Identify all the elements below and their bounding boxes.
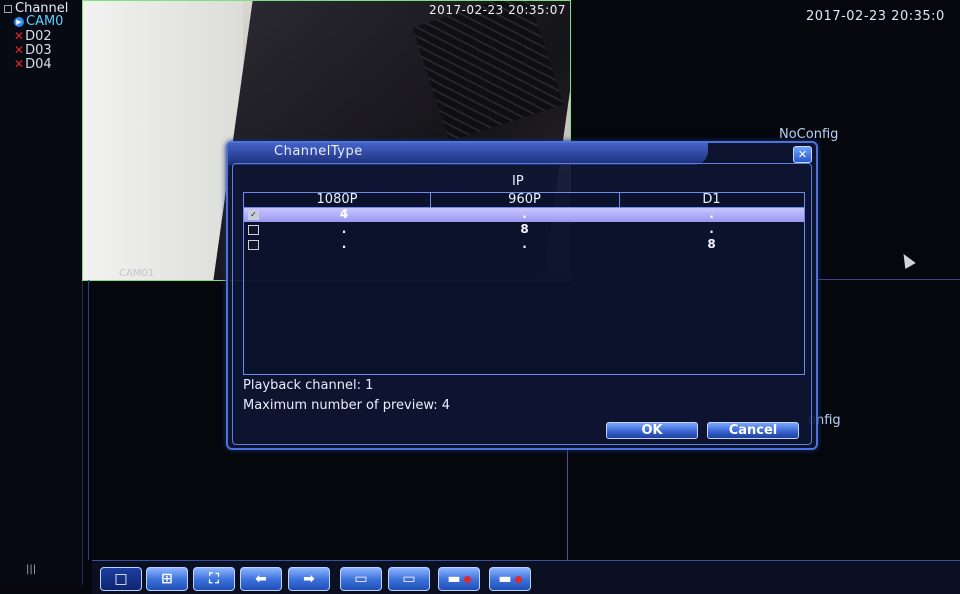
channel-item-d03[interactable]: ✕D03 <box>14 43 52 58</box>
ip-group-label: IP <box>512 174 524 189</box>
column-header-d1: D1 <box>702 192 721 207</box>
disconnected-icon: ✕ <box>14 57 25 71</box>
fullscreen-button[interactable]: ⛶ <box>193 567 235 591</box>
record-icon: ▬ <box>447 571 461 587</box>
camera-label: CAM01 <box>119 268 155 279</box>
channel-type-dialog: ChannelType ✕ IP 1080P 960P D1 ✓ 4 . . .… <box>226 141 818 450</box>
table-row[interactable]: ✓ 4 . . <box>244 207 804 222</box>
disconnected-icon: ✕ <box>14 43 25 57</box>
dialog-title: ChannelType <box>274 144 363 159</box>
table-row[interactable]: . . 8 <box>244 237 804 252</box>
monitor-button[interactable]: ▭ <box>388 567 430 591</box>
disconnected-icon: ✕ <box>14 29 25 43</box>
record-dot-icon <box>463 575 471 583</box>
dialog-titlebar[interactable]: ChannelType <box>228 143 708 165</box>
table-row[interactable]: . 8 . <box>244 222 804 237</box>
record-dot-icon <box>514 575 522 583</box>
panel-bottom-indicator: ||| <box>26 564 37 575</box>
close-button[interactable]: ✕ <box>793 146 812 163</box>
record-button[interactable]: ▬ <box>438 567 480 591</box>
previous-button[interactable]: ⬅ <box>240 567 282 591</box>
stop-record-button[interactable]: ▬ <box>489 567 531 591</box>
column-header-1080p: 1080P <box>316 192 358 207</box>
table-cell: . <box>522 207 527 221</box>
arrow-right-icon: ➡ <box>303 571 315 587</box>
table-cell: . <box>709 207 714 221</box>
collapse-box-icon[interactable] <box>4 4 12 13</box>
channel-item-cam0[interactable]: ▶ CAM0 <box>14 15 63 29</box>
camera-timestamp: 2017-02-23 20:35:07 <box>429 3 566 17</box>
grid-divider <box>567 448 568 560</box>
mouse-cursor-icon <box>898 250 916 270</box>
table-header: 1080P 960P D1 <box>244 192 804 208</box>
cancel-button[interactable]: Cancel <box>707 422 799 439</box>
channel-panel: Channel ▶ CAM0 ✕D02 ✕D03 ✕D04 ||| <box>0 0 83 585</box>
play-icon: ▶ <box>14 16 24 27</box>
grid-divider <box>814 279 960 280</box>
single-view-button[interactable]: □ <box>100 567 142 591</box>
ok-button[interactable]: OK <box>606 422 698 439</box>
max-preview-text: Maximum number of preview: 4 <box>243 398 451 413</box>
quad-view-icon: ⊞ <box>161 571 173 587</box>
grid-divider <box>88 280 89 560</box>
table-cell: . <box>522 237 527 251</box>
column-header-960p: 960P <box>508 192 541 207</box>
table-cell: . <box>341 237 347 251</box>
playback-channel-text: Playback channel: 1 <box>243 378 374 393</box>
table-cell: 8 <box>707 237 716 251</box>
table-cell: . <box>341 222 347 236</box>
monitor-icon: ▭ <box>402 571 416 587</box>
arrow-left-icon: ⬅ <box>255 571 267 587</box>
channel-item-d02[interactable]: ✕D02 <box>14 29 52 44</box>
system-time: 2017-02-23 20:35:0 <box>806 9 945 24</box>
next-button[interactable]: ➡ <box>288 567 330 591</box>
quad-view-button[interactable]: ⊞ <box>146 567 188 591</box>
fullscreen-icon: ⛶ <box>209 571 219 587</box>
bottom-toolbar: □ ⊞ ⛶ ⬅ ➡ ▭ ▭ ▬ ▬ <box>92 560 960 594</box>
table-cell: . <box>709 222 714 236</box>
playback-button[interactable]: ▭ <box>340 567 382 591</box>
single-view-icon: □ <box>114 571 128 587</box>
noconfig-label-1: NoConfig <box>779 127 839 142</box>
table-cell: 4 <box>339 207 349 221</box>
table-cell: 8 <box>520 222 529 236</box>
stop-record-icon: ▬ <box>498 571 512 587</box>
playback-icon: ▭ <box>354 571 368 587</box>
channel-item-d04[interactable]: ✕D04 <box>14 57 52 72</box>
channel-type-table: 1080P 960P D1 ✓ 4 . . . 8 . . . 8 <box>243 192 805 375</box>
